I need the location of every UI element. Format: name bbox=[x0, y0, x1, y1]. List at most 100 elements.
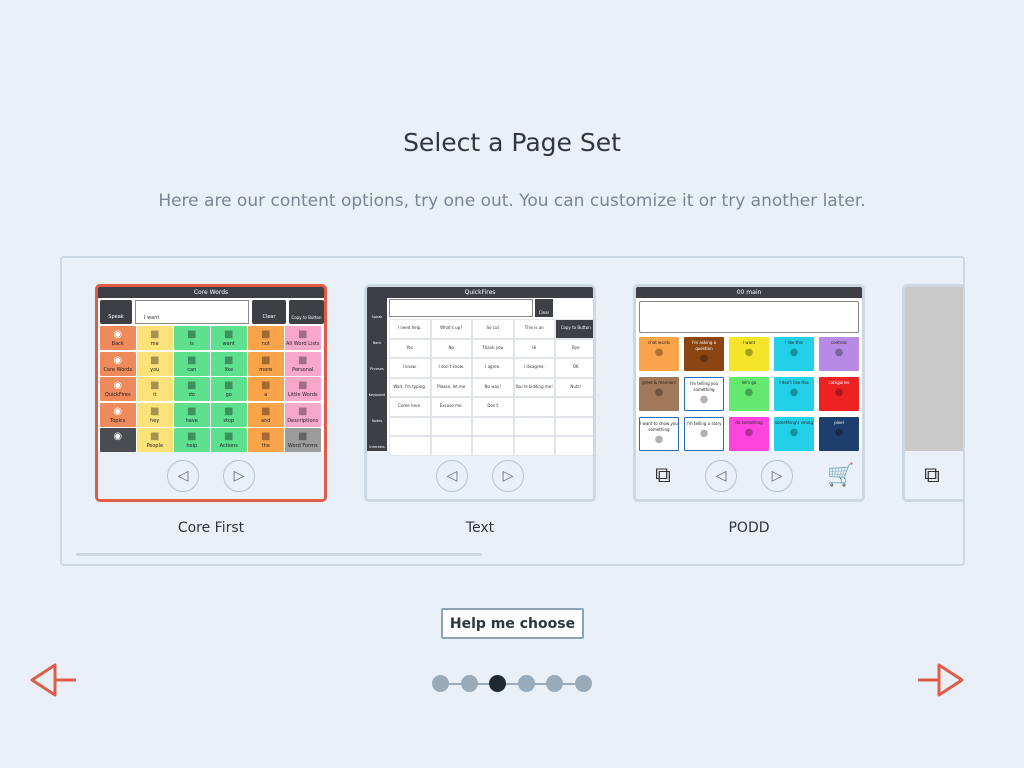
cell-label: have bbox=[185, 417, 198, 424]
phrase-cell bbox=[513, 436, 555, 456]
cell-label: I'm telling you something bbox=[689, 381, 719, 392]
podd-folder-cell: I'm asking a question ● bbox=[684, 337, 724, 371]
cell-label: Personal bbox=[292, 366, 314, 373]
cell-label: and bbox=[261, 417, 271, 424]
phrase-cell bbox=[430, 436, 472, 456]
card-nav-area: ⧉ bbox=[905, 451, 963, 499]
clear-button: Clear bbox=[252, 300, 286, 324]
back-arrow-icon[interactable] bbox=[29, 660, 77, 700]
symbol-icon: ■ bbox=[187, 380, 197, 391]
phrase-cell: Yes bbox=[389, 338, 431, 358]
page-set-label: Core First bbox=[177, 520, 245, 536]
podd-folder-cell: do something ● bbox=[729, 417, 769, 451]
phrase-cell: OK bbox=[555, 358, 593, 378]
symbol-icon: ■ bbox=[224, 354, 234, 366]
podd-folder-cell: pixel ● bbox=[819, 417, 859, 451]
symbol-icon: ■ bbox=[187, 329, 197, 340]
symbol-icon: ■ bbox=[298, 405, 308, 417]
podd-folder-cell: let's go ● bbox=[729, 377, 769, 411]
podd-folder-cell: I like this ● bbox=[774, 337, 814, 371]
pagination-dot[interactable] bbox=[546, 675, 564, 692]
symbol-icon: ■ bbox=[150, 405, 160, 417]
podd-folder-cell: I don't like this ● bbox=[774, 377, 814, 411]
clear-button: Clear bbox=[535, 299, 553, 317]
cell-label: controls bbox=[831, 340, 847, 345]
symbol-icon: ■ bbox=[187, 354, 197, 366]
cell-label: is bbox=[189, 341, 194, 347]
symbol-icon: ◉ bbox=[113, 405, 123, 417]
page-set-card-core-first[interactable]: Core Words Speak I want Clear Copy to Bu… bbox=[95, 284, 327, 502]
pagination-dot[interactable] bbox=[575, 675, 592, 692]
symbol-icon: ● bbox=[654, 434, 664, 445]
symbol-icon: ● bbox=[744, 347, 754, 358]
phrase-cell bbox=[389, 416, 431, 436]
cell-label: it bbox=[153, 392, 157, 398]
core-word-cell: ■ Descriptions bbox=[285, 402, 321, 427]
cell-label: I like this bbox=[785, 340, 803, 345]
symbol-icon: ■ bbox=[187, 431, 197, 442]
symbol-icon: ◉ bbox=[113, 431, 123, 442]
phrase-cell: Copy to Button bbox=[555, 319, 593, 339]
core-word-cell: ■ All Word Lists bbox=[285, 326, 321, 350]
phrase-cell: I know. bbox=[389, 358, 431, 378]
page-set-card-text[interactable]: QuickFires Speak Back Phrases Keyboard Notes… bbox=[364, 284, 596, 502]
symbol-icon: ● bbox=[744, 427, 754, 438]
cell-label: Core Words bbox=[103, 366, 133, 373]
cell-label: pixel bbox=[834, 420, 844, 425]
screen-topbar: QuickFires bbox=[367, 287, 593, 298]
pagination-dot[interactable] bbox=[460, 675, 478, 692]
forward-arrow-icon[interactable] bbox=[917, 660, 965, 700]
phrase-cell bbox=[513, 397, 555, 417]
core-word-cell: ■ like bbox=[211, 351, 247, 376]
prev-page-icon: ◁ bbox=[436, 460, 468, 492]
page-set-card-next[interactable]: ⧉ bbox=[902, 284, 963, 502]
cell-label: want bbox=[222, 341, 235, 347]
phrase-cell bbox=[472, 436, 514, 456]
sidebar-item: Keyboard bbox=[368, 393, 386, 397]
text-sidebar: Speak Back Phrases Keyboard Notes Interests bbox=[367, 298, 387, 454]
symbol-icon: ■ bbox=[298, 431, 308, 442]
pagination-dot[interactable] bbox=[489, 675, 507, 692]
cell-label: I want bbox=[742, 340, 756, 345]
cart-icon: 🛒 bbox=[827, 463, 855, 488]
pages-icon: ⧉ bbox=[924, 463, 940, 488]
phrase-cell: Come here. bbox=[389, 397, 431, 417]
cell-label: greet & manners bbox=[642, 380, 676, 385]
sidebar-item: Back bbox=[372, 341, 382, 345]
cell-label: do something bbox=[735, 420, 763, 425]
card-nav-area: ⧉ ◁ ▷ 🛒 bbox=[636, 451, 862, 499]
cell-label: go bbox=[225, 392, 232, 398]
page-set-carousel[interactable]: Core Words Speak I want Clear Copy to Bu… bbox=[60, 256, 965, 566]
phrase-cell: I disagree. bbox=[513, 358, 555, 378]
phrase-cell: Bye bbox=[555, 338, 593, 358]
podd-folder-cell: I'm telling you something ● bbox=[684, 377, 724, 411]
cell-label: I want to show you something bbox=[640, 421, 678, 432]
cell-label: Word Forms bbox=[287, 443, 318, 449]
symbol-icon: ■ bbox=[261, 354, 271, 366]
core-word-cell: ■ can bbox=[174, 351, 210, 376]
page-set-card-podd[interactable]: 00 main chat words ● I'm asking a question… bbox=[633, 284, 865, 502]
screen-title: Core Words bbox=[193, 289, 229, 296]
cell-label: let's go bbox=[741, 380, 757, 385]
help-me-choose-button[interactable]: Help me choose bbox=[441, 608, 584, 639]
core-word-cell: ◉ Back bbox=[100, 326, 136, 350]
cell-label: Descriptions bbox=[287, 417, 319, 424]
carousel-scrollbar[interactable] bbox=[76, 553, 482, 556]
pagination-dot[interactable] bbox=[432, 675, 449, 692]
phrase-cell: Nuts! bbox=[555, 377, 593, 397]
cell-label: Little Words bbox=[287, 392, 318, 398]
core-word-cell: ■ me bbox=[137, 326, 173, 350]
podd-folder-cell: chat words ● bbox=[639, 337, 679, 371]
core-word-cell: ■ more bbox=[248, 351, 284, 376]
core-word-cell: ■ it bbox=[137, 377, 173, 401]
podd-folder-cell: I want ● bbox=[729, 337, 769, 371]
core-word-cell: ■ want bbox=[211, 326, 247, 350]
pagination-dot[interactable] bbox=[517, 675, 535, 692]
cell-label: All Word Lists bbox=[285, 341, 320, 347]
cell-label: more bbox=[259, 366, 273, 373]
core-word-cell: ■ have bbox=[174, 402, 210, 427]
message-bar bbox=[639, 301, 859, 333]
copy-button: Copy to Button bbox=[289, 300, 324, 324]
symbol-icon: ■ bbox=[298, 354, 308, 366]
core-word-cell: ◉ Topics bbox=[100, 402, 136, 427]
